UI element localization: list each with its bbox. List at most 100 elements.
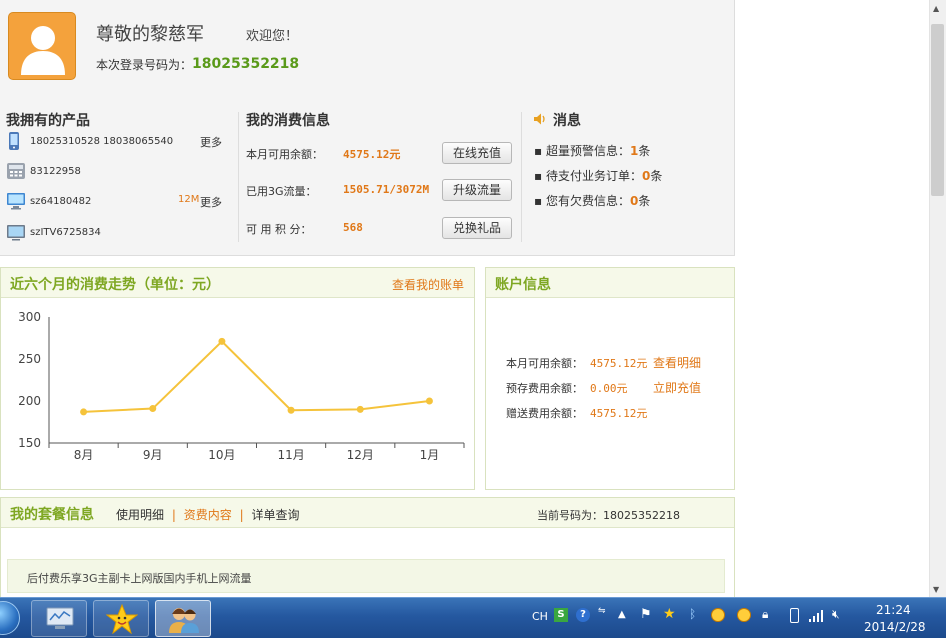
product-more-link[interactable]: 更多 xyxy=(200,134,222,150)
scroll-down-arrow-icon[interactable]: ▼ xyxy=(933,585,939,594)
account-balance-label: 本月可用余额： xyxy=(506,357,583,370)
points-value: 568 xyxy=(343,221,363,234)
volume-muted-icon[interactable]: 🔇︎ xyxy=(832,607,840,622)
action-center-flag-icon[interactable]: ⚑ xyxy=(640,607,652,622)
battery-icon[interactable] xyxy=(790,608,799,623)
product-more-link[interactable]: 更多 xyxy=(200,194,222,210)
data-usage-label: 已用3G流量： xyxy=(246,185,317,198)
input-language-indicator[interactable]: CH xyxy=(532,610,548,623)
star-app-icon xyxy=(106,604,138,634)
redeem-gift-button[interactable]: 兑换礼品 xyxy=(442,217,512,239)
data-point xyxy=(80,408,88,416)
product-item-broadband[interactable]: sz64180482 xyxy=(6,191,91,211)
view-bill-link[interactable]: 查看我的账单 xyxy=(392,276,464,293)
landline-phone-icon xyxy=(7,163,25,179)
input-method-icon[interactable]: S xyxy=(554,608,568,622)
gift-balance-label: 赠送费用余额： xyxy=(506,407,583,420)
tv-icon xyxy=(7,225,25,241)
qq-tray-icon[interactable] xyxy=(711,608,725,622)
taskbar-app-monitor[interactable] xyxy=(31,600,87,637)
account-balance-value: 4575.12元 xyxy=(590,357,648,370)
plan-item[interactable]: 后付费乐享3G主副卡上网版国内手机上网流量 xyxy=(7,559,725,593)
upgrade-data-button[interactable]: 升级流量 xyxy=(442,179,512,201)
y-tick-label: 150 xyxy=(18,436,41,450)
message-unit: 条 xyxy=(638,194,651,208)
data-usage-value: 1505.71/3072M xyxy=(343,183,430,196)
points-label: 可 用 积 分： xyxy=(246,223,312,236)
qq-tray-icon[interactable] xyxy=(737,608,751,622)
login-number-label: 本次登录号码为： xyxy=(96,58,193,72)
page: { "header": { "greeting_name": "尊敬的黎慈军",… xyxy=(0,0,946,638)
help-icon[interactable]: ? xyxy=(576,608,590,622)
consumption-trend-panel: 近六个月的消费走势（单位：元） 查看我的账单 300 250 200 150 8月 9月 1… xyxy=(0,267,475,490)
tab-bill-query[interactable]: 详单查询 xyxy=(251,508,299,522)
message-unit: 条 xyxy=(650,169,663,183)
package-title: 我的套餐信息 xyxy=(10,507,94,523)
bullet: ▪ xyxy=(534,169,546,183)
network-signal-icon[interactable] xyxy=(808,609,824,623)
tab-usage-details[interactable]: 使用明细 xyxy=(116,508,164,522)
prepaid-balance-label: 预存费用余额： xyxy=(506,382,583,395)
message-item[interactable]: ▪ 您有欠费信息：0条 xyxy=(534,192,650,209)
computer-icon xyxy=(7,193,25,210)
bluetooth-icon[interactable]: ᛒ xyxy=(689,607,696,621)
x-tick-label: 12月 xyxy=(347,448,374,462)
mobile-phone-icon xyxy=(9,132,19,150)
message-item[interactable]: ▪ 待支付业务订单：0条 xyxy=(534,167,662,184)
product-item-landline[interactable]: 83122958 xyxy=(6,161,81,181)
y-tick-label: 300 xyxy=(18,310,41,324)
current-number-label: 当前号码为： xyxy=(537,509,603,522)
ime-options-icon[interactable]: ⇋ xyxy=(598,606,606,616)
star-tray-icon[interactable]: ★ xyxy=(663,606,676,622)
x-tick-label: 8月 xyxy=(74,448,94,462)
x-tick-label: 1月 xyxy=(420,448,440,462)
x-tick-label: 9月 xyxy=(143,448,163,462)
prepaid-balance-value: 0.00元 xyxy=(590,382,628,395)
online-recharge-button[interactable]: 在线充值 xyxy=(442,142,512,164)
clock-time[interactable]: 21:24 xyxy=(876,603,911,617)
product-item-itv[interactable]: szITV6725834 xyxy=(6,222,101,242)
tab-tariff-content[interactable]: 资费内容 xyxy=(184,508,232,522)
bandwidth-badge: 12M xyxy=(178,194,200,205)
product-text: 18025310528 18038065540 xyxy=(30,135,174,147)
scrollbar-thumb[interactable] xyxy=(931,24,944,196)
series-line xyxy=(83,339,430,413)
data-point xyxy=(356,405,364,413)
product-item-mobile[interactable]: 18025310528 18038065540 xyxy=(6,131,173,151)
message-label: 超量预警信息： xyxy=(545,144,630,158)
taskbar-app-contacts-active[interactable] xyxy=(155,600,211,637)
monitor-app-icon xyxy=(46,607,74,629)
clock-date[interactable]: 2014/2/28 xyxy=(864,620,926,634)
balance-value: 4575.12元 xyxy=(343,148,401,161)
package-info-panel: 我的套餐信息 使用明细 | 资费内容 | 详单查询 当前号码为：18025352… xyxy=(0,497,735,607)
message-label: 您有欠费信息： xyxy=(545,194,630,208)
login-number: 18025352218 xyxy=(192,56,300,72)
show-hidden-icons-arrow[interactable]: ▲ xyxy=(618,609,626,620)
trend-line-chart: 300 250 200 150 8月 9月 10月 11月 12月 1月 xyxy=(18,310,465,462)
product-text: sz64180482 xyxy=(30,195,92,207)
divider xyxy=(238,112,239,242)
security-lock-icon[interactable]: 🔒︎ xyxy=(762,607,768,622)
messages-title: 消息 xyxy=(553,113,581,129)
y-tick-label: 200 xyxy=(18,394,41,408)
gift-balance-value: 4575.12元 xyxy=(590,407,648,420)
divider xyxy=(521,112,522,242)
data-point xyxy=(149,405,157,413)
message-item[interactable]: ▪ 超量预警信息：1条 xyxy=(534,142,650,159)
message-unit: 条 xyxy=(638,144,651,158)
bullet: ▪ xyxy=(534,194,546,208)
data-point xyxy=(425,397,433,405)
account-title: 账户信息 xyxy=(495,277,551,293)
user-avatar xyxy=(8,12,76,80)
scroll-up-arrow-icon[interactable]: ▲ xyxy=(933,4,939,13)
plan-name: 后付费乐享3G主副卡上网版国内手机上网流量 xyxy=(27,572,252,585)
y-tick-label: 250 xyxy=(18,352,41,366)
view-details-link[interactable]: 查看明细 xyxy=(653,354,701,371)
product-text: szITV6725834 xyxy=(30,226,101,238)
x-tick-label: 10月 xyxy=(208,448,235,462)
recharge-now-link[interactable]: 立即充值 xyxy=(653,379,701,396)
tab-separator: | xyxy=(171,508,176,522)
taskbar-app-star[interactable] xyxy=(93,600,149,637)
current-number: 当前号码为：18025352218 xyxy=(537,507,680,523)
bullet: ▪ xyxy=(534,144,546,158)
